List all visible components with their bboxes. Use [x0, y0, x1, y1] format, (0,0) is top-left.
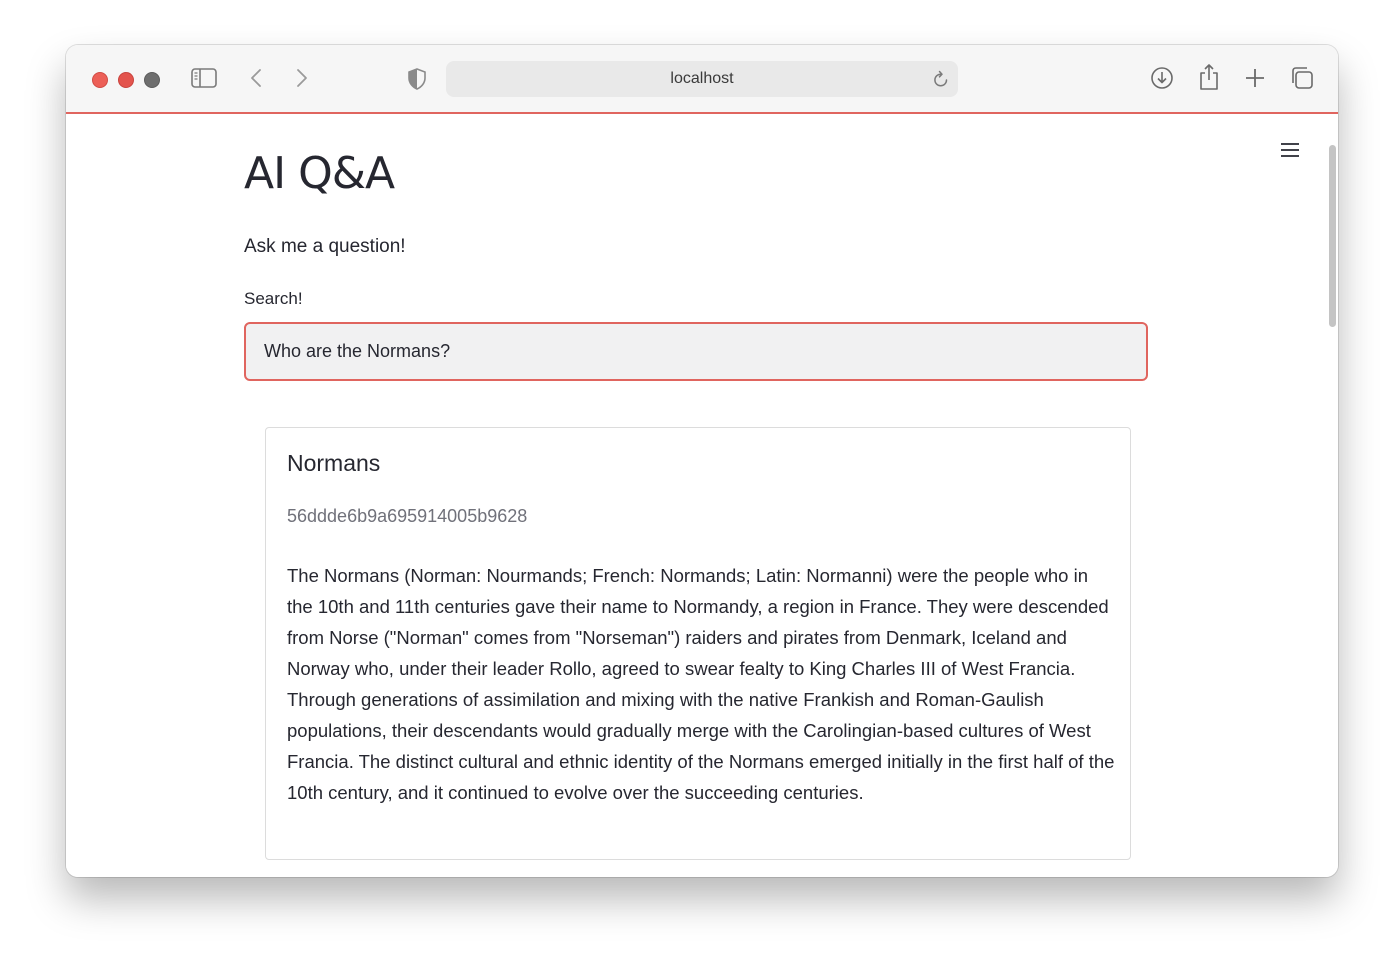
result-id: 56ddde6b9a695914005b9628 — [287, 506, 528, 526]
back-icon[interactable] — [248, 67, 264, 89]
forward-icon[interactable] — [294, 67, 310, 89]
close-window-button[interactable] — [92, 72, 108, 88]
shield-icon[interactable] — [406, 67, 428, 91]
minimize-window-button[interactable] — [118, 72, 134, 88]
search-field[interactable] — [244, 322, 1148, 381]
search-input[interactable] — [264, 324, 1124, 379]
search-label: Search! — [244, 289, 303, 308]
reload-icon[interactable] — [932, 70, 950, 88]
url-text: localhost — [670, 70, 734, 87]
sidebar-icon[interactable] — [190, 67, 218, 89]
new-tab-icon[interactable] — [1244, 67, 1266, 89]
result-text: The Normans (Norman: Nourmands; French: … — [287, 565, 1115, 803]
page-subtitle: Ask me a question! — [244, 236, 406, 257]
page-content: AI Q&A Ask me a question! Search! Norman… — [66, 114, 1338, 877]
share-icon[interactable] — [1198, 63, 1220, 91]
result-title: Normans — [287, 450, 381, 476]
result-card: Normans 56ddde6b9a695914005b9628 The Nor… — [265, 427, 1131, 860]
address-bar[interactable]: localhost — [446, 61, 958, 97]
hamburger-menu-icon[interactable] — [1280, 141, 1300, 164]
browser-window: localhost AI Q&A Ask me a question! Sear… — [66, 45, 1338, 877]
scrollbar-thumb[interactable] — [1329, 145, 1336, 327]
tab-overview-icon[interactable] — [1290, 66, 1314, 90]
page-title: AI Q&A — [244, 148, 395, 199]
download-icon[interactable] — [1150, 66, 1174, 90]
zoom-window-button[interactable] — [144, 72, 160, 88]
browser-toolbar: localhost — [66, 45, 1338, 113]
